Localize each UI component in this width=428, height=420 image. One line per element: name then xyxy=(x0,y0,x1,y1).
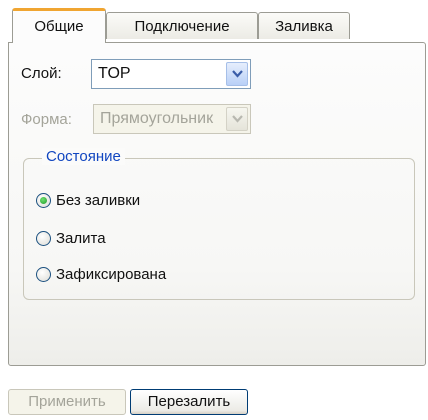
shape-select[interactable]: Прямоугольник xyxy=(93,104,251,134)
radio-fixed[interactable]: Зафиксирована xyxy=(36,263,166,285)
radio-filled[interactable]: Залита xyxy=(36,227,106,249)
chevron-down-icon[interactable] xyxy=(226,62,248,86)
chevron-down-icon[interactable] xyxy=(226,107,248,131)
layer-value: TOP xyxy=(98,65,131,82)
radio-label: Залита xyxy=(56,229,106,247)
state-group-title: Состояние xyxy=(42,148,125,165)
refill-button[interactable]: Перезалить xyxy=(130,389,248,415)
tab-label: Общие xyxy=(34,18,84,35)
layer-select[interactable]: TOP xyxy=(91,59,251,89)
tab-label: Заливка xyxy=(275,18,333,35)
tab-fill[interactable]: Заливка xyxy=(258,12,350,39)
radio-no-fill[interactable]: Без заливки xyxy=(36,189,140,211)
radio-label: Зафиксирована xyxy=(56,265,167,283)
tab-connection[interactable]: Подключение xyxy=(106,12,258,39)
radio-unselected-icon[interactable] xyxy=(36,266,51,282)
radio-selected-icon[interactable] xyxy=(36,192,51,208)
apply-button[interactable]: Применить xyxy=(8,389,126,415)
radio-unselected-icon[interactable] xyxy=(36,230,51,246)
layer-label: Слой: xyxy=(21,65,62,82)
radio-label: Без заливки xyxy=(56,191,141,209)
tab-label: Подключение xyxy=(134,18,230,35)
properties-panel: Слой: TOP Форма: Прямоугольник Состояние… xyxy=(8,42,426,366)
state-groupbox: Состояние Без заливки Залита Зафиксирова… xyxy=(23,148,415,300)
shape-value: Прямоугольник xyxy=(100,110,214,127)
shape-label: Форма: xyxy=(21,111,72,128)
tab-general[interactable]: Общие xyxy=(12,8,106,43)
